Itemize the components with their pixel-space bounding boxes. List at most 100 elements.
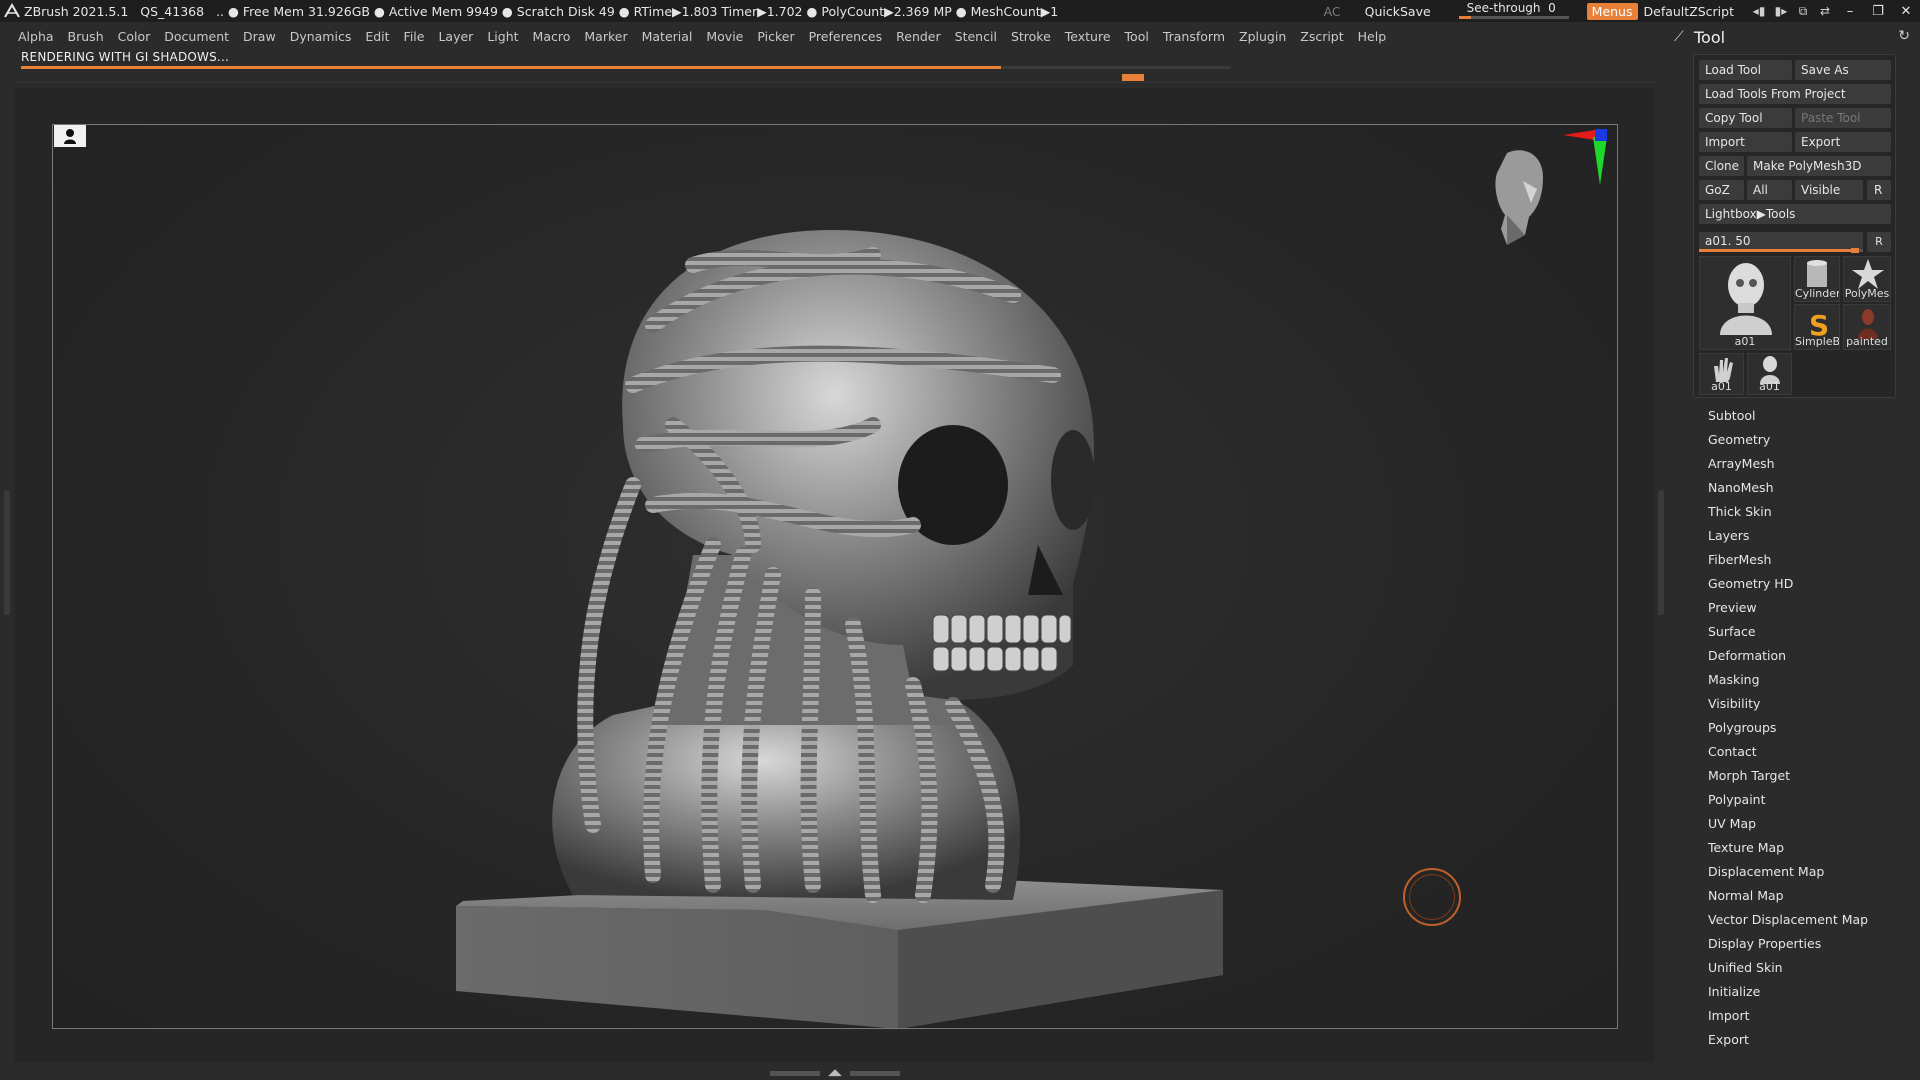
subpalette-normal-map[interactable]: Normal Map xyxy=(1708,884,1908,908)
menu-zscript[interactable]: Zscript xyxy=(1300,29,1343,44)
tool-thumb-a01-hand[interactable]: a01 xyxy=(1699,353,1744,395)
right-tray-handle[interactable] xyxy=(1658,490,1664,615)
menu-light[interactable]: Light xyxy=(487,29,518,44)
subpalette-layers[interactable]: Layers xyxy=(1708,524,1908,548)
lightbox-tools-button[interactable]: Lightbox▶Tools xyxy=(1699,204,1891,224)
timeline-ruler[interactable] xyxy=(16,73,1656,83)
subpalette-masking[interactable]: Masking xyxy=(1708,668,1908,692)
tool-thumb-a01-main[interactable]: a01 xyxy=(1699,256,1791,350)
refresh-icon[interactable]: ↻ xyxy=(1898,28,1910,44)
menu-file[interactable]: File xyxy=(404,29,425,44)
menu-picker[interactable]: Picker xyxy=(757,29,794,44)
subpalette-displacement-map[interactable]: Displacement Map xyxy=(1708,860,1908,884)
menu-dynamics[interactable]: Dynamics xyxy=(290,29,352,44)
menu-zplugin[interactable]: Zplugin xyxy=(1239,29,1286,44)
pin-icon[interactable]: ⟋ xyxy=(1674,29,1694,45)
copy-tool-button[interactable]: Copy Tool xyxy=(1699,108,1792,128)
ac-toggle[interactable]: AC xyxy=(1324,4,1341,19)
menu-marker[interactable]: Marker xyxy=(584,29,627,44)
close-icon[interactable]: ✕ xyxy=(1892,0,1920,22)
load-tool-button[interactable]: Load Tool xyxy=(1699,60,1792,80)
subpalette-uv-map[interactable]: UV Map xyxy=(1708,812,1908,836)
goz-r-button[interactable]: R xyxy=(1867,180,1891,200)
subpalette-geometry-hd[interactable]: Geometry HD xyxy=(1708,572,1908,596)
goz-button[interactable]: GoZ xyxy=(1699,180,1744,200)
menu-stencil[interactable]: Stencil xyxy=(955,29,997,44)
layout-icon[interactable]: ⧉ xyxy=(1792,0,1814,22)
subpalette-texture-map[interactable]: Texture Map xyxy=(1708,836,1908,860)
menu-stroke[interactable]: Stroke xyxy=(1011,29,1051,44)
menu-material[interactable]: Material xyxy=(642,29,693,44)
menu-brush[interactable]: Brush xyxy=(68,29,104,44)
subpalette-morph-target[interactable]: Morph Target xyxy=(1708,764,1908,788)
menu-edit[interactable]: Edit xyxy=(365,29,389,44)
subpalette-thick-skin[interactable]: Thick Skin xyxy=(1708,500,1908,524)
export-button[interactable]: Export xyxy=(1795,132,1891,152)
menu-help[interactable]: Help xyxy=(1358,29,1387,44)
subpalette-nanomesh[interactable]: NanoMesh xyxy=(1708,476,1908,500)
menu-document[interactable]: Document xyxy=(164,29,229,44)
expand-ui-icon[interactable]: ▮▸ xyxy=(1770,0,1792,22)
tool-thumb-a01-bust[interactable]: a01 xyxy=(1747,353,1792,395)
tool-palette-title[interactable]: Tool xyxy=(1694,28,1725,47)
bottom-tray-handle[interactable]: ◢◣ xyxy=(770,1068,900,1078)
menu-transform[interactable]: Transform xyxy=(1163,29,1225,44)
menu-color[interactable]: Color xyxy=(118,29,151,44)
subpalette-vector-displacement-map[interactable]: Vector Displacement Map xyxy=(1708,908,1908,932)
subpalette-import[interactable]: Import xyxy=(1708,1004,1908,1028)
document-swap-icon[interactable]: ⇄ xyxy=(1814,0,1836,22)
camera-view-icon[interactable] xyxy=(54,125,86,147)
default-zscript-button[interactable]: DefaultZScript xyxy=(1644,4,1735,19)
subpalette-export[interactable]: Export xyxy=(1708,1028,1908,1052)
goz-visible-button[interactable]: Visible xyxy=(1795,180,1863,200)
tool-thumb-polymesh[interactable]: PolyMes xyxy=(1843,256,1891,302)
menu-preferences[interactable]: Preferences xyxy=(809,29,883,44)
axis-gizmo-icon[interactable] xyxy=(1549,127,1609,187)
make-polymesh3d-button[interactable]: Make PolyMesh3D xyxy=(1747,156,1891,176)
tool-thumb-cylinder[interactable]: Cylinder xyxy=(1794,256,1840,302)
menu-alpha[interactable]: Alpha xyxy=(18,29,54,44)
subpalette-initialize[interactable]: Initialize xyxy=(1708,980,1908,1004)
subpalette-polypaint[interactable]: Polypaint xyxy=(1708,788,1908,812)
tool-select-slider[interactable]: a01. 50 xyxy=(1699,232,1863,253)
paste-tool-button[interactable]: Paste Tool xyxy=(1795,108,1891,128)
subpalette-contact[interactable]: Contact xyxy=(1708,740,1908,764)
menu-layer[interactable]: Layer xyxy=(438,29,473,44)
tool-select-slider-knob[interactable] xyxy=(1851,248,1859,253)
tool-slider-r-button[interactable]: R xyxy=(1867,232,1891,252)
load-tools-from-project-button[interactable]: Load Tools From Project xyxy=(1699,84,1891,104)
subpalette-surface[interactable]: Surface xyxy=(1708,620,1908,644)
menus-toggle-button[interactable]: Menus xyxy=(1586,2,1638,20)
tool-thumb-simplebrush[interactable]: S SimpleB xyxy=(1794,304,1840,350)
tool-thumb-painted[interactable]: painted xyxy=(1843,304,1891,350)
subpalette-polygroups[interactable]: Polygroups xyxy=(1708,716,1908,740)
menu-texture[interactable]: Texture xyxy=(1065,29,1111,44)
menu-macro[interactable]: Macro xyxy=(533,29,571,44)
goz-all-button[interactable]: All xyxy=(1747,180,1792,200)
quicksave-button[interactable]: QuickSave xyxy=(1365,4,1431,19)
subpalette-visibility[interactable]: Visibility xyxy=(1708,692,1908,716)
subpalette-fibermesh[interactable]: FiberMesh xyxy=(1708,548,1908,572)
restore-icon[interactable]: ❐ xyxy=(1864,0,1892,22)
see-through-slider[interactable]: See-through 0 xyxy=(1458,0,1569,22)
menu-tool[interactable]: Tool xyxy=(1125,29,1149,44)
timeline-marker[interactable] xyxy=(1122,74,1144,81)
import-button[interactable]: Import xyxy=(1699,132,1792,152)
viewport-canvas[interactable] xyxy=(52,124,1618,1029)
shrink-ui-icon[interactable]: ◂▮ xyxy=(1748,0,1770,22)
subpalette-arraymesh[interactable]: ArrayMesh xyxy=(1708,452,1908,476)
menu-render[interactable]: Render xyxy=(896,29,941,44)
minimize-icon[interactable]: – xyxy=(1836,0,1864,22)
subpalette-geometry[interactable]: Geometry xyxy=(1708,428,1908,452)
subpalette-subtool[interactable]: Subtool xyxy=(1708,404,1908,428)
subpalette-deformation[interactable]: Deformation xyxy=(1708,644,1908,668)
left-tray-handle[interactable] xyxy=(4,490,10,615)
menu-draw[interactable]: Draw xyxy=(243,29,276,44)
subpalette-preview[interactable]: Preview xyxy=(1708,596,1908,620)
menu-movie[interactable]: Movie xyxy=(706,29,743,44)
save-as-button[interactable]: Save As xyxy=(1795,60,1891,80)
subpalette-display-properties[interactable]: Display Properties xyxy=(1708,932,1908,956)
subpalette-unified-skin[interactable]: Unified Skin xyxy=(1708,956,1908,980)
navigation-head-icon[interactable] xyxy=(1477,145,1557,255)
clone-button[interactable]: Clone xyxy=(1699,156,1744,176)
